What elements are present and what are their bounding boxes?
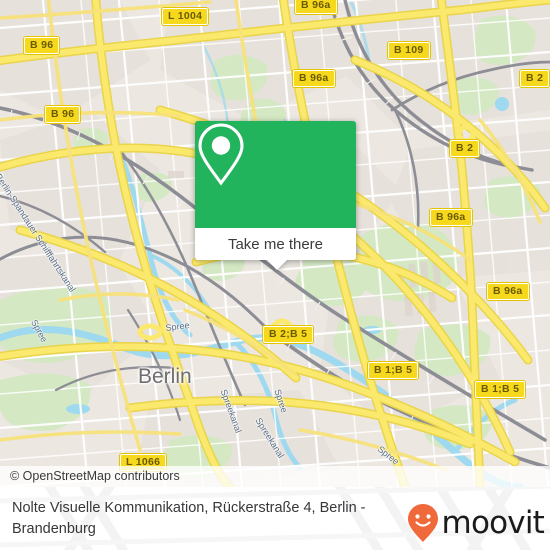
footer-bar: Nolte Visuelle Kommunikation, Rückerstra… bbox=[0, 487, 550, 550]
moovit-wordmark: moovit bbox=[441, 504, 545, 541]
osm-attribution[interactable]: © OpenStreetMap contributors bbox=[0, 466, 550, 487]
place-label-berlin: Berlin bbox=[138, 365, 192, 388]
road-shield: B 96 bbox=[45, 106, 81, 123]
take-me-there-label: Take me there bbox=[227, 235, 324, 253]
road-shield: B 109 bbox=[388, 42, 430, 59]
location-popup-card[interactable]: Take me there bbox=[195, 121, 356, 270]
road-shield: B 96a bbox=[430, 209, 472, 226]
map-canvas[interactable]: L 1004 B 96a B 96 B 109 B 96a B 2 B 96 B… bbox=[0, 0, 550, 487]
road-shield: B 96a bbox=[295, 0, 337, 14]
road-shield: B 1;B 5 bbox=[368, 362, 419, 379]
road-shield: B 2 bbox=[520, 70, 550, 87]
road-shield: B 96 bbox=[24, 37, 60, 54]
popup-pin-area bbox=[195, 121, 356, 228]
road-shield: B 2 bbox=[450, 140, 480, 157]
road-shield: B 2;B 5 bbox=[263, 326, 314, 343]
moovit-brand[interactable]: moovit bbox=[406, 503, 545, 543]
place-address-title: Nolte Visuelle Kommunikation, Rückerstra… bbox=[12, 500, 366, 537]
road-shield: B 96a bbox=[487, 283, 529, 300]
road-shield: B 96a bbox=[293, 70, 335, 87]
map-pin-icon bbox=[198, 123, 244, 186]
moovit-smiley-pin-icon bbox=[407, 504, 438, 542]
take-me-there-button[interactable]: Take me there bbox=[195, 228, 356, 260]
moovit-map-share-card: L 1004 B 96a B 96 B 109 B 96a B 2 B 96 B… bbox=[0, 0, 550, 550]
road-shield: L 1004 bbox=[162, 8, 209, 25]
popup-tail bbox=[267, 260, 287, 270]
road-shield: B 1;B 5 bbox=[475, 381, 526, 398]
